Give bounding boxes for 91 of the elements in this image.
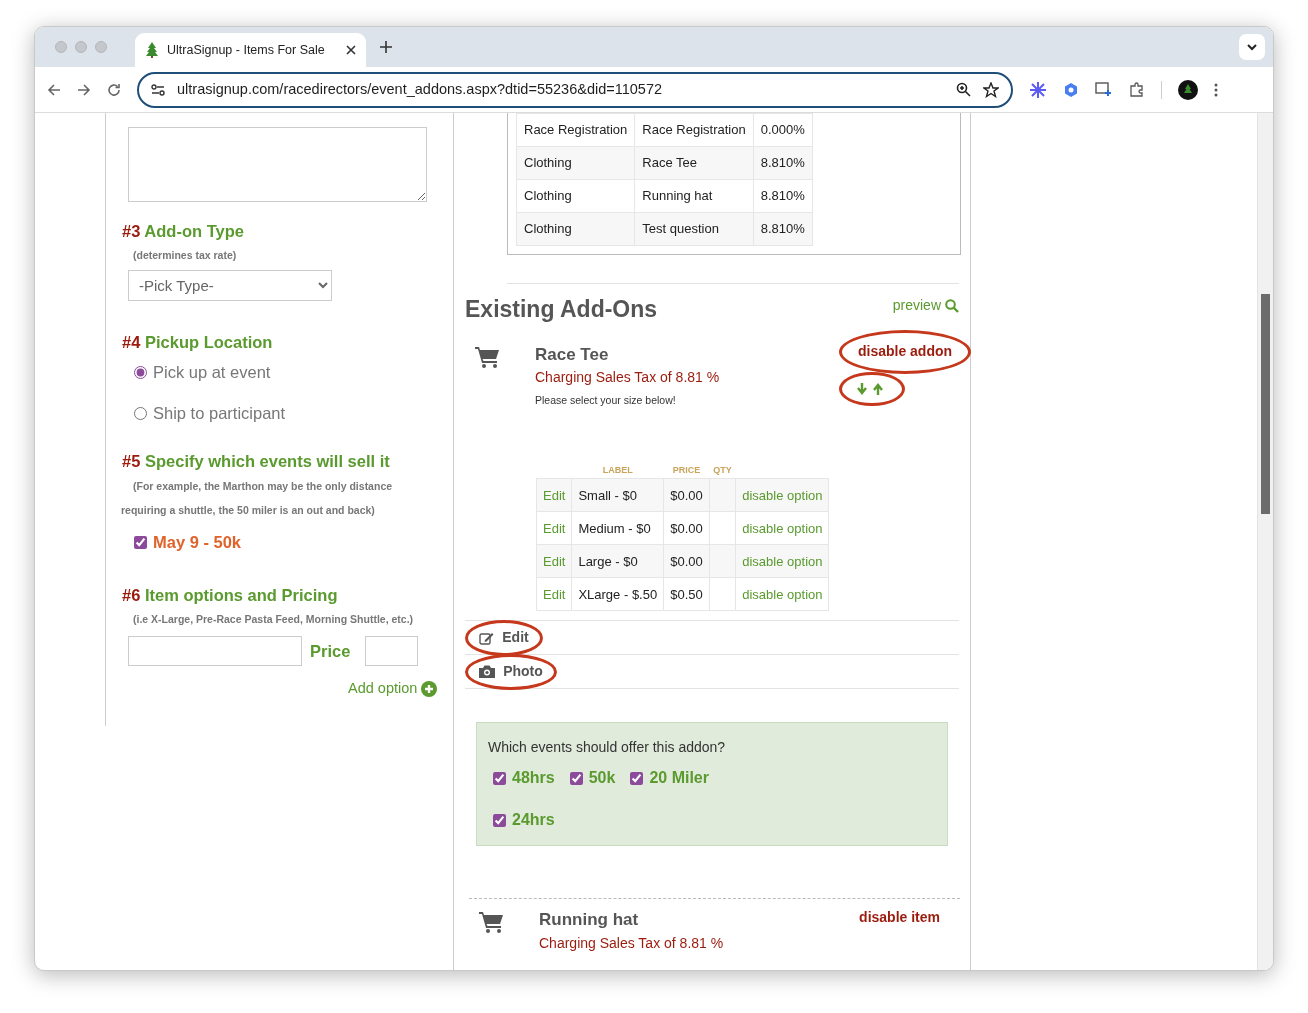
- extension-icon[interactable]: [1095, 81, 1113, 98]
- browser-tab[interactable]: UltraSignup - Items For Sale: [135, 33, 366, 67]
- table-cell: Race Tee: [634, 146, 754, 180]
- disable-link[interactable]: disable addon: [857, 341, 953, 363]
- profile-avatar-icon[interactable]: [1178, 79, 1198, 100]
- tree-icon: [145, 42, 159, 58]
- hint-text: (For example, the Marthon may be the only distance requiring a shuttle, the 50 miler is an out and back): [121, 478, 394, 518]
- table-cell: Running hat: [634, 179, 754, 213]
- radio-button[interactable]: [134, 406, 147, 420]
- price-field[interactable]: [365, 635, 419, 666]
- back-icon[interactable]: [47, 82, 61, 97]
- item-description: Please select your size below!: [535, 393, 677, 409]
- close-icon[interactable]: [346, 45, 356, 55]
- column-header: LABEL: [602, 464, 633, 475]
- star-icon[interactable]: [983, 81, 999, 98]
- table-cell: 8.810%: [753, 179, 813, 213]
- cart-icon: [479, 911, 505, 934]
- preview-link[interactable]: preview: [892, 295, 959, 316]
- section-heading: #6 Item options and Pricing: [122, 586, 339, 607]
- event-label[interactable]: 50k: [588, 766, 616, 791]
- chevron-down-icon: [1247, 43, 1257, 51]
- tab-title: UltraSignup - Items For Sale: [167, 41, 326, 59]
- table-cell: Test question: [634, 212, 754, 246]
- table-cell: Race Registration: [634, 113, 754, 147]
- price-label: Price: [310, 640, 351, 662]
- table-cell: Clothing: [516, 212, 635, 246]
- table-cell: 0.000%: [753, 113, 813, 147]
- add-option-link[interactable]: Add option: [348, 677, 438, 700]
- puzzle-icon[interactable]: [1129, 81, 1145, 98]
- address-bar[interactable]: ultrasignup.com/racedirectors/event_addons.aspx?dtid=55236&did=110572: [137, 71, 1013, 108]
- extension-icon[interactable]: [1029, 80, 1047, 99]
- table-cell: Large - $0: [571, 544, 664, 578]
- edit-button[interactable]: Edit: [479, 627, 529, 649]
- event-label[interactable]: May 9 - 50k: [153, 529, 242, 555]
- event-label[interactable]: 20 Miler: [649, 766, 709, 791]
- table-cell: Medium - $0: [571, 511, 664, 545]
- camera-icon: [479, 665, 496, 679]
- events-prompt: Which events should offer this addon?: [488, 738, 727, 758]
- zoom-icon[interactable]: [956, 82, 971, 97]
- type-dropdown[interactable]: -Pick Type-: [128, 269, 332, 301]
- search-icon: [945, 298, 959, 313]
- column-header: QTY: [713, 464, 732, 475]
- event-checkbox[interactable]: [630, 771, 644, 785]
- tab-search-button[interactable]: [1239, 34, 1265, 60]
- table-cell: Clothing: [516, 179, 635, 213]
- event-checkbox[interactable]: [493, 813, 506, 827]
- radio-label[interactable]: Ship to participant: [153, 401, 286, 426]
- photo-button[interactable]: Photo: [479, 661, 543, 683]
- forward-icon[interactable]: [77, 82, 91, 97]
- description-field[interactable]: [128, 127, 427, 202]
- table-cell: Clothing: [516, 146, 635, 180]
- scrollbar[interactable]: [1257, 113, 1273, 970]
- option-name-field[interactable]: [128, 635, 302, 666]
- event-label[interactable]: 48hrs: [512, 766, 555, 791]
- cart-icon: [475, 345, 501, 368]
- section-heading: #3 Add-on Type: [122, 222, 245, 242]
- scrollbar-thumb[interactable]: [1261, 294, 1270, 514]
- table-cell: XLarge - $.50: [571, 577, 664, 611]
- event-checkbox[interactable]: [493, 771, 506, 785]
- pencil-square-icon: [479, 630, 495, 645]
- table-cell: Small - $0: [571, 478, 664, 512]
- plus-circle-icon: [421, 680, 438, 697]
- section-heading: #5 Specify which events will sell it: [122, 451, 391, 472]
- table-cell: 8.810%: [753, 212, 813, 246]
- disable-link[interactable]: disable item: [859, 907, 940, 929]
- hint-text: (determines tax rate): [133, 247, 238, 263]
- event-checkbox[interactable]: [134, 535, 147, 549]
- new-tab-icon[interactable]: [380, 41, 392, 53]
- table-cell: Race Registration: [516, 113, 635, 147]
- item-title: Race Tee: [535, 343, 610, 366]
- reload-icon[interactable]: [107, 82, 121, 97]
- section-title: Existing Add-Ons: [465, 296, 658, 324]
- site-settings-icon[interactable]: [151, 83, 165, 96]
- table-cell: $0.50: [663, 577, 710, 611]
- extension-icon[interactable]: [1063, 81, 1079, 98]
- tax-note: Charging Sales Tax of 8.81 %: [535, 368, 721, 388]
- table-cell: $0.00: [663, 544, 710, 578]
- table-cell: $0.00: [663, 511, 710, 545]
- column-header: PRICE: [672, 464, 701, 475]
- radio-button[interactable]: [134, 366, 147, 380]
- section-heading: #4 Pickup Location: [122, 332, 274, 353]
- table-cell: $0.00: [663, 478, 710, 512]
- tax-note: Charging Sales Tax of 8.81 %: [539, 933, 725, 953]
- menu-icon[interactable]: [1214, 82, 1218, 97]
- item-title: Running hat: [539, 909, 640, 932]
- event-checkbox[interactable]: [569, 771, 583, 785]
- url-text: ultrasignup.com/racedirectors/event_addons.aspx?dtid=55236&did=110572: [177, 79, 663, 99]
- event-label[interactable]: 24hrs: [512, 808, 555, 833]
- hint-text: (i.e X-Large, Pre-Race Pasta Feed, Morning Shuttle, etc.): [133, 612, 415, 628]
- radio-label[interactable]: Pick up at event: [153, 360, 271, 386]
- table-cell: 8.810%: [753, 146, 813, 180]
